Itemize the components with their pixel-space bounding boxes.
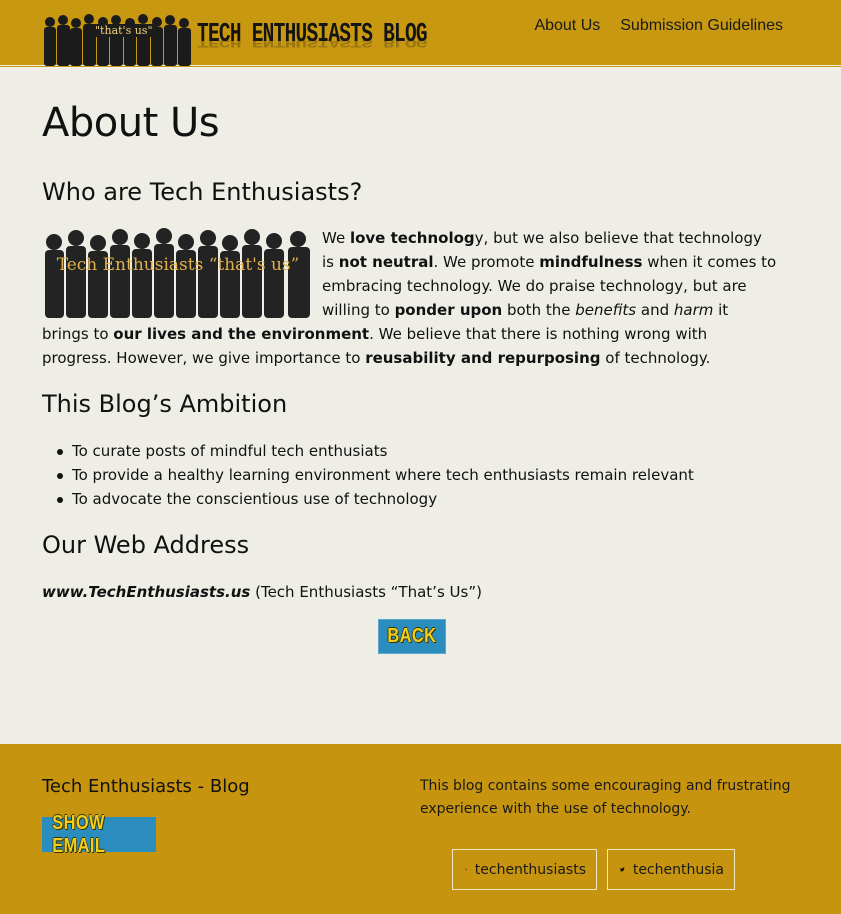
intro-paragraph: Tech Enthusiasts “that's us” We love tec… [42, 226, 777, 370]
intro-text: We [322, 229, 350, 247]
twitter-label: techenthusia [632, 861, 724, 878]
web-address-note: (Tech Enthusiasts “That’s Us”) [250, 583, 482, 601]
list-item: To advocate the conscientious use of tec… [57, 487, 694, 511]
list-item: To curate posts of mindful tech enthusia… [57, 439, 694, 463]
intro-bold-love: love technolog [349, 229, 475, 247]
github-icon [465, 868, 467, 871]
intro-text: both the [502, 301, 576, 319]
section-heading-web-address: Our Web Address [42, 531, 250, 559]
logo-badge: "that's us" [92, 24, 156, 37]
intro-text: of technology. [600, 349, 711, 367]
ambition-list: To curate posts of mindful tech enthusia… [57, 439, 694, 511]
main-content: About Us Who are Tech Enthusiasts? Tech … [0, 71, 841, 744]
intro-text: . We promote [433, 253, 540, 271]
intro-bold-mindfulness: mindfulness [539, 253, 643, 271]
site-header: "that's us" TECH ENTHUSIASTS BLOG TECH E… [0, 0, 841, 68]
intro-bold-lives: our lives and the environment [113, 325, 370, 343]
intro-italic-benefits: benefits [575, 301, 637, 319]
footer-description: This blog contains some encouraging and … [420, 778, 791, 817]
list-item: To provide a healthy learning environmen… [57, 463, 694, 487]
section-heading-who: Who are Tech Enthusiasts? [42, 178, 363, 206]
site-footer: Tech Enthusiasts - Blog SHOW EMAIL This … [0, 744, 841, 914]
intro-bold-ponder: ponder upon [394, 301, 503, 319]
show-email-label: SHOW EMAIL [52, 811, 106, 857]
back-button-label: BACK [387, 625, 437, 647]
intro-italic-harm: harm [673, 301, 714, 319]
group-image-caption: Tech Enthusiasts “that's us” [57, 255, 300, 275]
nav-about-us[interactable]: About Us [534, 17, 600, 35]
main-nav: About Us Submission Guidelines [534, 17, 783, 35]
page-title: About Us [42, 100, 220, 146]
twitter-link[interactable]: techenthusia [607, 849, 735, 890]
back-button[interactable]: BACK [378, 619, 446, 654]
crowd-silhouette-icon [44, 14, 191, 66]
github-link[interactable]: techenthusiasts [452, 849, 597, 890]
web-address-line: www.TechEnthusiasts.us (Tech Enthusiasts… [42, 580, 482, 604]
intro-bold-not-neutral: not neutral [338, 253, 434, 271]
show-email-button[interactable]: SHOW EMAIL [42, 812, 156, 857]
section-heading-ambition: This Blog’s Ambition [42, 390, 288, 418]
footer-title: Tech Enthusiasts - Blog [42, 776, 250, 797]
twitter-icon [620, 867, 625, 872]
intro-bold-reusability: reusability and repurposing [365, 349, 601, 367]
site-logo[interactable]: "that's us" TECH ENTHUSIASTS BLOG TECH E… [42, 14, 428, 66]
github-label: techenthusiasts [474, 861, 586, 878]
web-address-url: www.TechEnthusiasts.us [42, 583, 251, 601]
tech-enthusiasts-group-image: Tech Enthusiasts “that's us” [45, 228, 310, 318]
logo-title-reflection: TECH ENTHUSIASTS BLOG [197, 35, 427, 50]
nav-submission-guidelines[interactable]: Submission Guidelines [620, 17, 783, 35]
intro-text: and [636, 301, 674, 319]
